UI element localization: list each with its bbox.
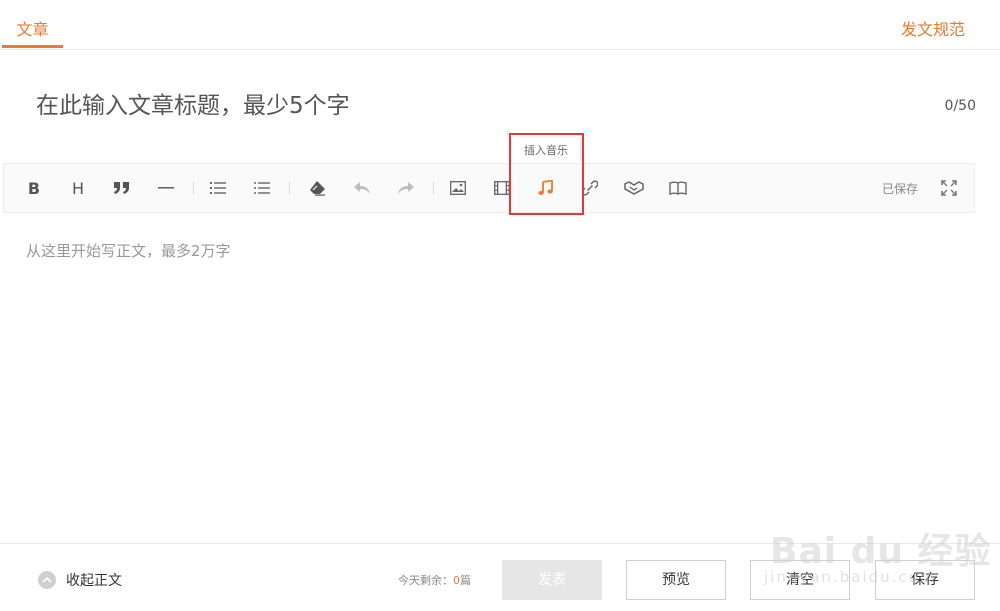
insert-book-button[interactable] [662, 164, 694, 212]
horizontal-rule-button[interactable] [150, 164, 182, 212]
clear-button[interactable]: 清空 [750, 560, 850, 600]
bold-icon: B [27, 178, 41, 198]
heading-button[interactable]: H [62, 164, 94, 212]
ordered-list-icon [210, 182, 226, 194]
chevron-up-icon [38, 571, 56, 589]
ordered-list-button[interactable] [202, 164, 234, 212]
collapse-content-button[interactable]: 收起正文 [38, 570, 122, 590]
bottom-action-bar: 收起正文 今天剩余：0篇 发表 预览 清空 保存 [0, 543, 1000, 611]
remaining-label: 今天剩余： [398, 574, 453, 587]
top-tab-bar: 文章 发文规范 [0, 0, 1000, 50]
image-icon [450, 181, 466, 195]
toolbar-divider [433, 181, 434, 195]
publish-button[interactable]: 发表 [502, 560, 602, 600]
save-button[interactable]: 保存 [875, 560, 975, 600]
book-icon [669, 181, 687, 195]
tab-article[interactable]: 文章 [2, 0, 63, 48]
horizontal-rule-icon [158, 187, 174, 189]
toolbar-divider [193, 181, 194, 195]
editor-toolbar: B H 已保存 [3, 163, 975, 213]
toolbar-divider [289, 181, 290, 195]
video-icon [494, 181, 510, 195]
insert-ad-button[interactable] [618, 164, 650, 212]
fullscreen-icon [941, 180, 957, 196]
undo-button[interactable] [346, 164, 378, 212]
insert-image-button[interactable] [442, 164, 474, 212]
collapse-content-label: 收起正文 [66, 573, 122, 589]
redo-button[interactable] [390, 164, 422, 212]
unordered-list-icon [254, 182, 270, 194]
heading-icon: H [71, 178, 85, 198]
handshake-icon [624, 181, 644, 195]
remaining-posts-today: 今天剩余：0篇 [398, 572, 471, 588]
clear-format-button[interactable] [302, 164, 334, 212]
preview-button[interactable]: 预览 [626, 560, 726, 600]
content-editor[interactable] [26, 240, 966, 520]
undo-icon [354, 182, 370, 194]
eraser-icon [310, 181, 325, 196]
guidelines-link[interactable]: 发文规范 [901, 0, 965, 50]
remaining-unit: 篇 [460, 574, 471, 587]
redo-icon [398, 182, 414, 194]
quote-icon [114, 182, 129, 194]
unordered-list-button[interactable] [246, 164, 278, 212]
bold-button[interactable]: B [18, 164, 50, 212]
title-char-count: 0/50 [944, 98, 976, 114]
remaining-count: 0 [453, 574, 460, 587]
link-icon [582, 180, 598, 196]
fullscreen-button[interactable] [933, 164, 965, 212]
annotation-highlight-box [509, 133, 584, 215]
saved-status: 已保存 [881, 182, 918, 196]
quote-button[interactable] [106, 164, 138, 212]
title-input[interactable] [36, 86, 916, 126]
